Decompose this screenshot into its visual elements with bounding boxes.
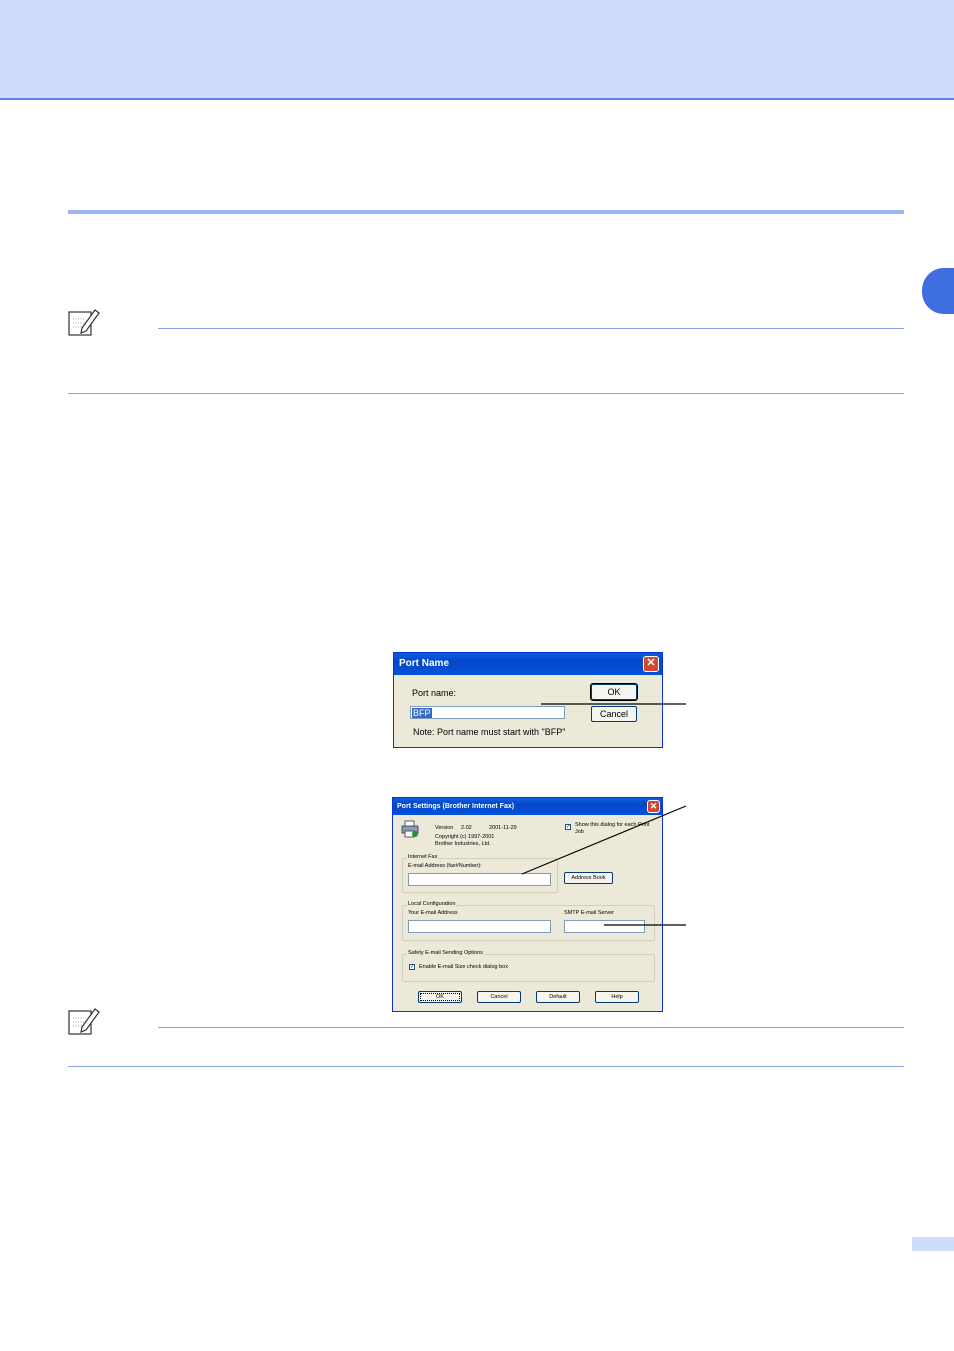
callout-email-address xyxy=(521,805,687,875)
page-number-tab xyxy=(912,1237,954,1251)
note-pencil-icon xyxy=(68,1008,100,1035)
callout-lines xyxy=(521,703,687,926)
note2-rule-top xyxy=(158,1027,904,1028)
note2-rule-bottom xyxy=(68,1066,904,1067)
